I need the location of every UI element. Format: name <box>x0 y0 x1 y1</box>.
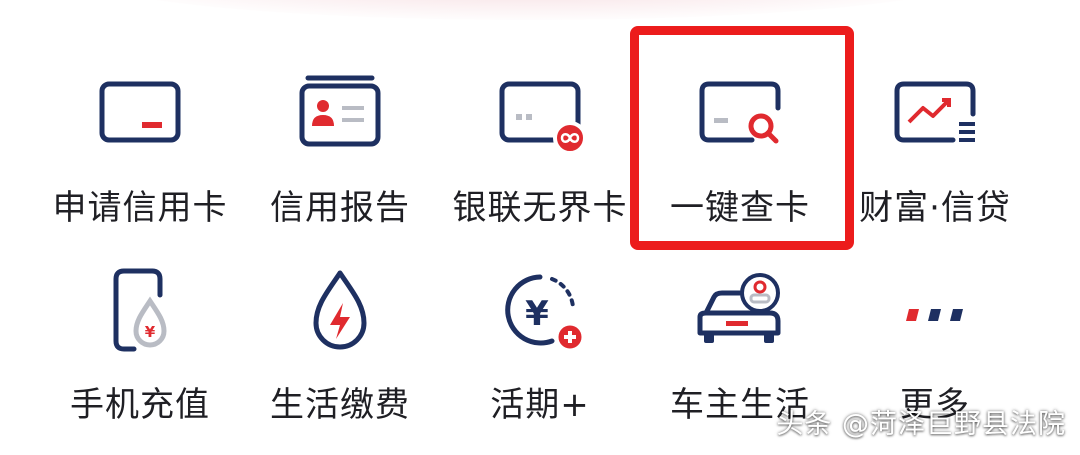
menu-item-wealth-credit[interactable]: 财富·信贷 <box>835 70 1035 250</box>
menu-item-label: 一键查卡 <box>670 188 810 228</box>
menu-item-unionpay-card[interactable]: 银联无界卡 <box>440 70 640 250</box>
menu-item-one-click-card-lookup[interactable]: 一键查卡 <box>640 70 840 250</box>
menu-item-label: 活期+ <box>490 385 590 425</box>
menu-item-label: 财富·信贷 <box>859 188 1011 228</box>
car-owner-icon <box>690 265 790 355</box>
wealth-chart-icon <box>885 70 985 160</box>
svg-text:¥: ¥ <box>145 323 156 341</box>
card-search-icon <box>690 70 790 160</box>
svg-text:¥: ¥ <box>525 294 549 334</box>
quick-menu-panel: 申请信用卡 信用报告 银联无界卡 一键查卡 财富·信贷 ¥ 手机充值 生活缴费 … <box>0 0 1080 455</box>
id-card-report-icon <box>290 70 390 160</box>
yuan-plus-icon: ¥ <box>490 265 590 355</box>
menu-item-label: 手机充值 <box>70 385 210 425</box>
menu-item-utility-payment[interactable]: 生活缴费 <box>240 265 440 445</box>
utility-drop-icon <box>290 265 390 355</box>
menu-item-label: 生活缴费 <box>270 385 410 425</box>
more-dots-icon <box>885 265 985 355</box>
menu-item-current-deposit-plus[interactable]: ¥ 活期+ <box>440 265 640 445</box>
card-infinity-icon <box>490 70 590 160</box>
menu-item-phone-topup[interactable]: ¥ 手机充值 <box>40 265 240 445</box>
menu-item-label: 申请信用卡 <box>52 188 228 228</box>
credit-card-apply-icon <box>90 70 190 160</box>
service-grid: 申请信用卡 信用报告 银联无界卡 一键查卡 财富·信贷 ¥ 手机充值 生活缴费 … <box>0 0 1080 455</box>
menu-item-label: 银联无界卡 <box>452 188 628 228</box>
phone-topup-icon: ¥ <box>90 265 190 355</box>
watermark-text: 头条 @菏泽巨野县法院 <box>776 409 1066 440</box>
menu-item-apply-credit-card[interactable]: 申请信用卡 <box>40 70 240 250</box>
menu-item-credit-report[interactable]: 信用报告 <box>240 70 440 250</box>
menu-item-label: 信用报告 <box>270 188 410 228</box>
